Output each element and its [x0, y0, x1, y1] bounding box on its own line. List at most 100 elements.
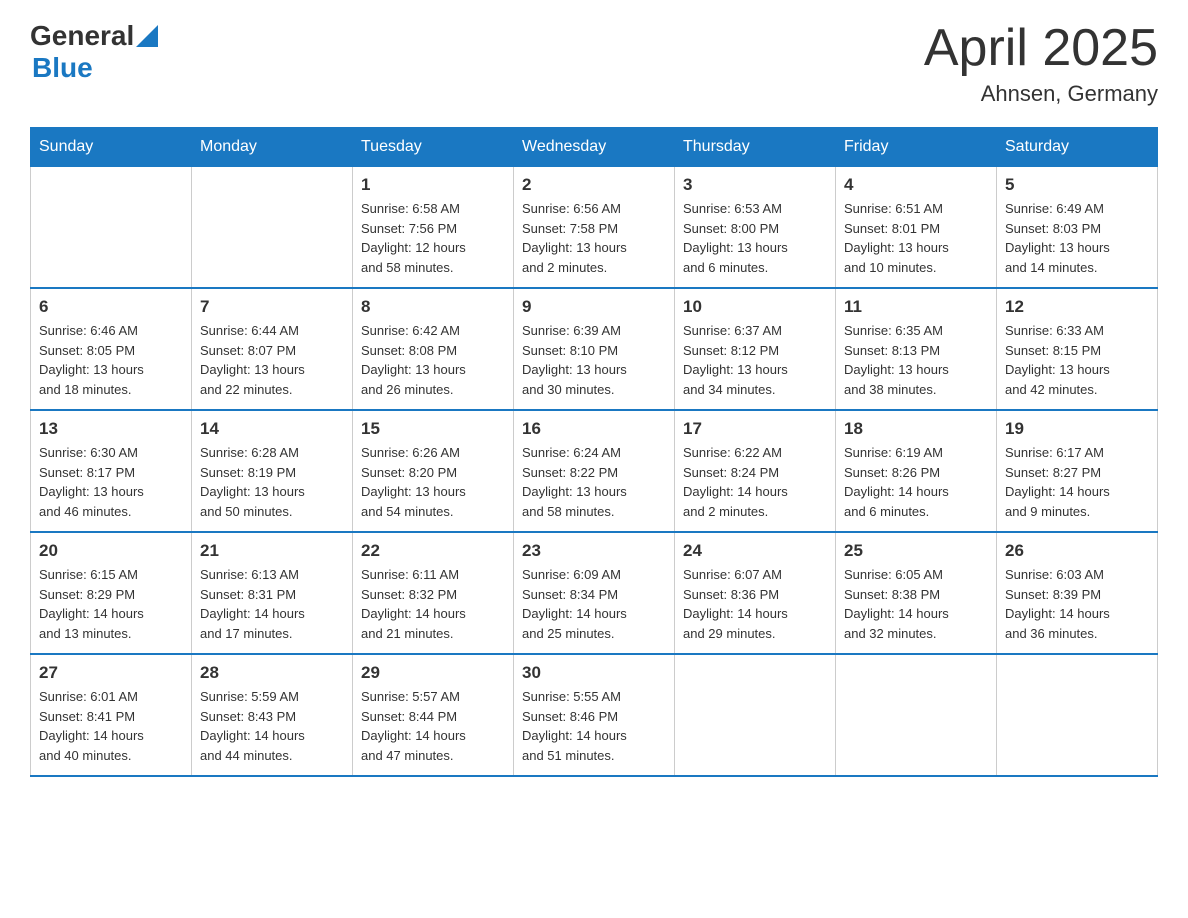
logo-triangle-icon: [136, 25, 158, 47]
day-number: 1: [361, 175, 505, 195]
day-info: Sunrise: 6:51 AMSunset: 8:01 PMDaylight:…: [844, 199, 988, 277]
day-info: Sunrise: 6:26 AMSunset: 8:20 PMDaylight:…: [361, 443, 505, 521]
calendar-cell: 1 Sunrise: 6:58 AMSunset: 7:56 PMDaylight…: [353, 167, 514, 289]
day-info: Sunrise: 6:33 AMSunset: 8:15 PMDaylight:…: [1005, 321, 1149, 399]
day-info: Sunrise: 6:11 AMSunset: 8:32 PMDaylight:…: [361, 565, 505, 643]
day-number: 12: [1005, 297, 1149, 317]
day-info: Sunrise: 6:17 AMSunset: 8:27 PMDaylight:…: [1005, 443, 1149, 521]
day-number: 13: [39, 419, 183, 439]
day-number: 3: [683, 175, 827, 195]
calendar-cell: 17 Sunrise: 6:22 AMSunset: 8:24 PMDayligh…: [675, 410, 836, 532]
day-number: 8: [361, 297, 505, 317]
calendar-header-row: SundayMondayTuesdayWednesdayThursdayFrid…: [31, 128, 1158, 167]
day-of-week-header: Wednesday: [514, 128, 675, 167]
calendar-cell: 27 Sunrise: 6:01 AMSunset: 8:41 PMDayligh…: [31, 654, 192, 776]
logo-blue-text: Blue: [32, 52, 93, 83]
day-number: 6: [39, 297, 183, 317]
calendar-week-row: 20Sunrise: 6:15 AMSunset: 8:29 PMDayligh…: [31, 532, 1158, 654]
day-of-week-header: Saturday: [997, 128, 1158, 167]
day-info: Sunrise: 5:59 AMSunset: 8:43 PMDaylight:…: [200, 687, 344, 765]
day-number: 14: [200, 419, 344, 439]
day-info: Sunrise: 6:07 AMSunset: 8:36 PMDaylight:…: [683, 565, 827, 643]
day-info: Sunrise: 6:53 AMSunset: 8:00 PMDaylight:…: [683, 199, 827, 277]
day-info: Sunrise: 6:46 AMSunset: 8:05 PMDaylight:…: [39, 321, 183, 399]
day-of-week-header: Tuesday: [353, 128, 514, 167]
day-info: Sunrise: 5:57 AMSunset: 8:44 PMDaylight:…: [361, 687, 505, 765]
calendar-cell: 4 Sunrise: 6:51 AMSunset: 8:01 PMDaylight…: [836, 167, 997, 289]
day-number: 23: [522, 541, 666, 561]
day-number: 28: [200, 663, 344, 683]
calendar-cell: 3 Sunrise: 6:53 AMSunset: 8:00 PMDaylight…: [675, 167, 836, 289]
day-number: 25: [844, 541, 988, 561]
day-of-week-header: Thursday: [675, 128, 836, 167]
calendar-cell: 28 Sunrise: 5:59 AMSunset: 8:43 PMDayligh…: [192, 654, 353, 776]
calendar-cell: 9 Sunrise: 6:39 AMSunset: 8:10 PMDaylight…: [514, 288, 675, 410]
calendar-cell: [192, 167, 353, 289]
calendar-cell: [836, 654, 997, 776]
day-info: Sunrise: 6:35 AMSunset: 8:13 PMDaylight:…: [844, 321, 988, 399]
day-info: Sunrise: 6:44 AMSunset: 8:07 PMDaylight:…: [200, 321, 344, 399]
calendar-cell: 13 Sunrise: 6:30 AMSunset: 8:17 PMDayligh…: [31, 410, 192, 532]
logo-general-text: General: [30, 20, 134, 52]
calendar-week-row: 27 Sunrise: 6:01 AMSunset: 8:41 PMDayligh…: [31, 654, 1158, 776]
day-number: 18: [844, 419, 988, 439]
day-number: 20: [39, 541, 183, 561]
day-info: Sunrise: 6:13 AMSunset: 8:31 PMDaylight:…: [200, 565, 344, 643]
day-info: Sunrise: 6:01 AMSunset: 8:41 PMDaylight:…: [39, 687, 183, 765]
calendar-cell: 10 Sunrise: 6:37 AMSunset: 8:12 PMDayligh…: [675, 288, 836, 410]
day-number: 10: [683, 297, 827, 317]
calendar-week-row: 6 Sunrise: 6:46 AMSunset: 8:05 PMDaylight…: [31, 288, 1158, 410]
day-info: Sunrise: 6:19 AMSunset: 8:26 PMDaylight:…: [844, 443, 988, 521]
day-number: 26: [1005, 541, 1149, 561]
day-of-week-header: Sunday: [31, 128, 192, 167]
day-info: Sunrise: 6:42 AMSunset: 8:08 PMDaylight:…: [361, 321, 505, 399]
day-info: Sunrise: 6:56 AMSunset: 7:58 PMDaylight:…: [522, 199, 666, 277]
calendar-week-row: 1 Sunrise: 6:58 AMSunset: 7:56 PMDaylight…: [31, 167, 1158, 289]
day-number: 11: [844, 297, 988, 317]
calendar-title: April 2025: [924, 20, 1158, 77]
page-header: General Blue April 2025 Ahnsen, Germany: [30, 20, 1158, 107]
calendar-cell: 24 Sunrise: 6:07 AMSunset: 8:36 PMDayligh…: [675, 532, 836, 654]
day-number: 22: [361, 541, 505, 561]
day-info: Sunrise: 6:24 AMSunset: 8:22 PMDaylight:…: [522, 443, 666, 521]
day-info: Sunrise: 6:22 AMSunset: 8:24 PMDaylight:…: [683, 443, 827, 521]
day-number: 19: [1005, 419, 1149, 439]
day-number: 30: [522, 663, 666, 683]
day-number: 29: [361, 663, 505, 683]
day-info: Sunrise: 6:28 AMSunset: 8:19 PMDaylight:…: [200, 443, 344, 521]
day-number: 17: [683, 419, 827, 439]
calendar-week-row: 13 Sunrise: 6:30 AMSunset: 8:17 PMDayligh…: [31, 410, 1158, 532]
day-info: Sunrise: 6:39 AMSunset: 8:10 PMDaylight:…: [522, 321, 666, 399]
day-info: Sunrise: 6:30 AMSunset: 8:17 PMDaylight:…: [39, 443, 183, 521]
day-number: 21: [200, 541, 344, 561]
calendar-cell: 19 Sunrise: 6:17 AMSunset: 8:27 PMDayligh…: [997, 410, 1158, 532]
calendar-cell: 14 Sunrise: 6:28 AMSunset: 8:19 PMDayligh…: [192, 410, 353, 532]
day-number: 15: [361, 419, 505, 439]
day-number: 2: [522, 175, 666, 195]
calendar-cell: 22 Sunrise: 6:11 AMSunset: 8:32 PMDayligh…: [353, 532, 514, 654]
calendar-table: SundayMondayTuesdayWednesdayThursdayFrid…: [30, 127, 1158, 777]
calendar-body: 1 Sunrise: 6:58 AMSunset: 7:56 PMDaylight…: [31, 167, 1158, 777]
calendar-cell: 7 Sunrise: 6:44 AMSunset: 8:07 PMDaylight…: [192, 288, 353, 410]
day-info: Sunrise: 6:05 AMSunset: 8:38 PMDaylight:…: [844, 565, 988, 643]
title-section: April 2025 Ahnsen, Germany: [924, 20, 1158, 107]
calendar-cell: [675, 654, 836, 776]
day-info: Sunrise: 6:58 AMSunset: 7:56 PMDaylight:…: [361, 199, 505, 277]
calendar-cell: 11 Sunrise: 6:35 AMSunset: 8:13 PMDayligh…: [836, 288, 997, 410]
day-info: Sunrise: 6:49 AMSunset: 8:03 PMDaylight:…: [1005, 199, 1149, 277]
day-of-week-header: Monday: [192, 128, 353, 167]
day-number: 27: [39, 663, 183, 683]
calendar-cell: 25 Sunrise: 6:05 AMSunset: 8:38 PMDayligh…: [836, 532, 997, 654]
day-number: 4: [844, 175, 988, 195]
day-number: 9: [522, 297, 666, 317]
day-number: 7: [200, 297, 344, 317]
day-number: 16: [522, 419, 666, 439]
day-number: 24: [683, 541, 827, 561]
day-info: Sunrise: 6:37 AMSunset: 8:12 PMDaylight:…: [683, 321, 827, 399]
calendar-cell: 30Sunrise: 5:55 AMSunset: 8:46 PMDayligh…: [514, 654, 675, 776]
logo: General Blue: [30, 20, 158, 84]
calendar-cell: 16 Sunrise: 6:24 AMSunset: 8:22 PMDayligh…: [514, 410, 675, 532]
calendar-cell: [997, 654, 1158, 776]
calendar-cell: 5Sunrise: 6:49 AMSunset: 8:03 PMDaylight…: [997, 167, 1158, 289]
calendar-cell: 12 Sunrise: 6:33 AMSunset: 8:15 PMDayligh…: [997, 288, 1158, 410]
